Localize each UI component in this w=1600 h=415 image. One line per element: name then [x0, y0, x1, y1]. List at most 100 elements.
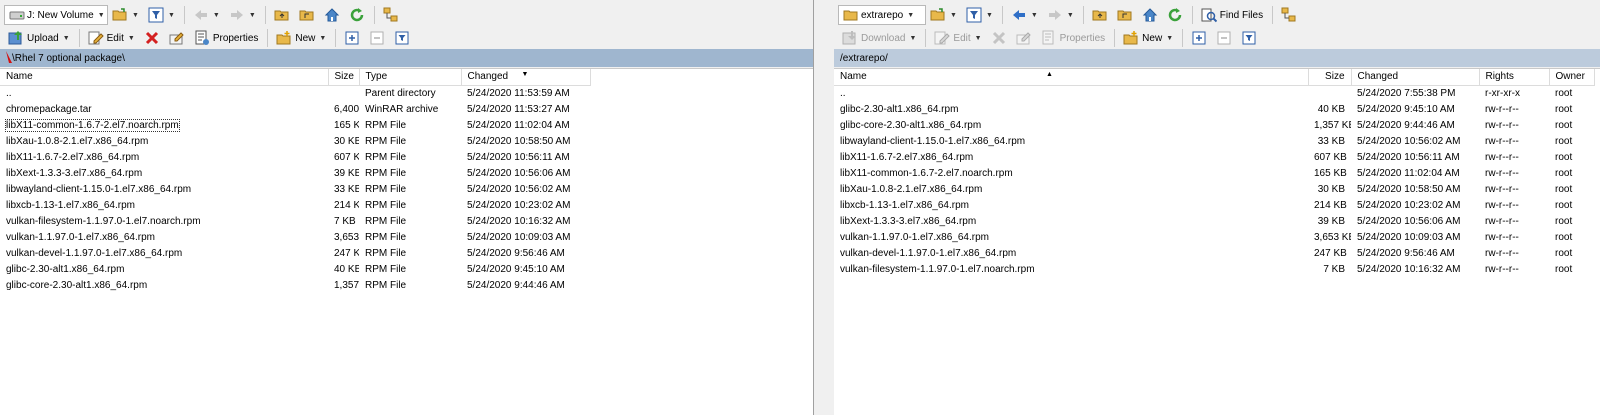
- local-file-list[interactable]: Name Size Type Changed ▼ .. Parent directo…: [0, 68, 813, 415]
- file-owner: root: [1555, 151, 1573, 163]
- filter-button[interactable]: ▼: [144, 5, 179, 25]
- file-size: 6,400 KB: [334, 103, 359, 115]
- local-file-row[interactable]: libX11-1.6.7-2.el7.x86_64.rpm 607 KB RPM F…: [0, 149, 590, 165]
- local-file-row[interactable]: libXext-1.3.3-3.el7.x86_64.rpm 39 KB RPM F…: [0, 165, 590, 181]
- column-header-size[interactable]: Size: [1308, 69, 1352, 86]
- file-rights: r-xr-xr-x: [1485, 87, 1520, 99]
- local-file-row[interactable]: libXau-1.0.8-2.1.el7.x86_64.rpm 30 KB RPM …: [0, 133, 590, 149]
- root-directory-button[interactable]: [295, 5, 319, 25]
- forward-button[interactable]: ▼: [1043, 5, 1078, 25]
- unselect-button[interactable]: [1212, 28, 1236, 48]
- file-size: 40 KB: [1317, 103, 1345, 115]
- local-file-row[interactable]: chromepackage.tar 6,400 KB WinRAR archive 5…: [0, 101, 590, 117]
- edit-button[interactable]: Edit ▼: [930, 28, 985, 48]
- refresh-button[interactable]: [345, 5, 369, 25]
- pane-splitter[interactable]: [814, 0, 834, 415]
- local-drive-select[interactable]: J: New Volume ▼: [4, 5, 108, 25]
- remote-file-row[interactable]: libX11-common-1.6.7-2.el7.noarch.rpm 165 …: [834, 165, 1594, 181]
- file-mask-button[interactable]: [390, 28, 414, 48]
- download-button[interactable]: Download ▼: [838, 28, 920, 48]
- remote-file-row[interactable]: libxcb-1.13-1.el7.x86_64.rpm 214 KB 5/24/2…: [834, 197, 1594, 213]
- file-size: 40 KB: [334, 263, 359, 275]
- remote-file-row[interactable]: vulkan-devel-1.1.97.0-1.el7.x86_64.rpm 24…: [834, 245, 1594, 261]
- local-file-row[interactable]: libwayland-client-1.15.0-1.el7.x86_64.rp…: [0, 181, 590, 197]
- file-rights: rw-r--r--: [1485, 199, 1519, 211]
- remote-file-row[interactable]: glibc-2.30-alt1.x86_64.rpm 40 KB 5/24/2020…: [834, 101, 1594, 117]
- remote-file-row[interactable]: libwayland-client-1.15.0-1.el7.x86_64.rp…: [834, 133, 1594, 149]
- local-file-row[interactable]: glibc-core-2.30-alt1.x86_64.rpm 1,357 KB R…: [0, 277, 590, 293]
- remote-path-bar[interactable]: /extrarepo/: [834, 49, 1600, 67]
- file-size: 30 KB: [1317, 183, 1345, 195]
- back-button[interactable]: ▼: [189, 5, 224, 25]
- back-button[interactable]: ▼: [1007, 5, 1042, 25]
- column-header-type[interactable]: Type: [359, 69, 462, 86]
- delete-button[interactable]: [140, 28, 164, 48]
- file-name-cell: glibc-2.30-alt1.x86_64.rpm: [834, 101, 1308, 117]
- remote-file-row[interactable]: glibc-core-2.30-alt1.x86_64.rpm 1,357 KB 5…: [834, 117, 1594, 133]
- parent-directory-button[interactable]: [1088, 5, 1112, 25]
- forward-button[interactable]: ▼: [225, 5, 260, 25]
- column-header-size[interactable]: Size: [328, 69, 360, 86]
- open-folder-button[interactable]: ▼: [926, 5, 961, 25]
- local-file-row[interactable]: glibc-2.30-alt1.x86_64.rpm 40 KB RPM File 5…: [0, 261, 590, 277]
- upload-button[interactable]: Upload ▼: [4, 28, 74, 48]
- column-header-name[interactable]: Name ▲: [834, 69, 1309, 86]
- remote-file-row[interactable]: libXext-1.3.3-3.el7.x86_64.rpm 39 KB 5/24/…: [834, 213, 1594, 229]
- refresh-button[interactable]: [1163, 5, 1187, 25]
- file-name-wrap: libwayland-client-1.15.0-1.el7.x86_64.rp…: [840, 136, 1302, 147]
- open-folder-button[interactable]: ▼: [108, 5, 143, 25]
- select-all-button[interactable]: [340, 28, 364, 48]
- remote-file-row[interactable]: libX11-1.6.7-2.el7.x86_64.rpm 607 KB 5/24/…: [834, 149, 1594, 165]
- remote-directory-select[interactable]: extrarepo ▼: [838, 5, 926, 25]
- remote-file-list[interactable]: Name ▲ Size Changed Rights Owner .. 5/24/2…: [834, 68, 1600, 415]
- local-file-row[interactable]: .. Parent directory 5/24/2020 11:53:59 AM: [0, 85, 590, 101]
- select-all-button[interactable]: [1187, 28, 1211, 48]
- column-header-changed[interactable]: Changed: [1351, 69, 1480, 86]
- file-name: libXext-1.3.3-3.el7.x86_64.rpm: [840, 215, 977, 227]
- file-mask-button[interactable]: [1237, 28, 1261, 48]
- local-file-row[interactable]: libxcb-1.13-1.el7.x86_64.rpm 214 KB RPM Fi…: [0, 197, 590, 213]
- local-file-row[interactable]: libX11-common-1.6.7-2.el7.noarch.rpm 165 …: [0, 117, 590, 133]
- tree-view-button[interactable]: [1277, 5, 1301, 25]
- file-owner: root: [1555, 247, 1573, 259]
- rename-button[interactable]: [165, 28, 189, 48]
- local-file-table: Name Size Type Changed ▼ .. Parent directo…: [0, 69, 591, 293]
- file-owner: root: [1555, 199, 1573, 211]
- properties-button[interactable]: Properties: [1037, 28, 1110, 48]
- local-file-row[interactable]: vulkan-devel-1.1.97.0-1.el7.x86_64.rpm 24…: [0, 245, 590, 261]
- file-name-cell: libxcb-1.13-1.el7.x86_64.rpm: [834, 197, 1308, 213]
- file-name-cell: glibc-core-2.30-alt1.x86_64.rpm: [834, 117, 1308, 133]
- properties-button[interactable]: Properties: [190, 28, 263, 48]
- root-directory-button[interactable]: [1113, 5, 1137, 25]
- column-header-owner[interactable]: Owner: [1549, 69, 1595, 86]
- file-size: 165 KB: [334, 119, 359, 131]
- filter-button[interactable]: ▼: [962, 5, 997, 25]
- delete-button[interactable]: [987, 28, 1011, 48]
- column-header-rights[interactable]: Rights: [1479, 69, 1550, 86]
- file-changed: 5/24/2020 10:58:50 AM: [467, 135, 571, 147]
- tree-view-button[interactable]: [379, 5, 403, 25]
- edit-button[interactable]: Edit ▼: [84, 28, 139, 48]
- home-icon: [324, 7, 340, 23]
- file-rights: rw-r--r--: [1485, 247, 1519, 259]
- unselect-button[interactable]: [365, 28, 389, 48]
- find-files-button[interactable]: Find Files: [1197, 5, 1267, 25]
- remote-file-row[interactable]: .. 5/24/2020 7:55:38 PM r-xr-xr-x root: [834, 85, 1594, 101]
- file-type: RPM File: [365, 167, 407, 179]
- home-directory-button[interactable]: [1138, 5, 1162, 25]
- local-file-row[interactable]: vulkan-1.1.97.0-1.el7.x86_64.rpm 3,653 KB…: [0, 229, 590, 245]
- column-header-name[interactable]: Name: [0, 69, 329, 86]
- new-button[interactable]: New ▼: [1119, 28, 1177, 48]
- root-folder-icon: [299, 7, 315, 23]
- rename-button[interactable]: [1012, 28, 1036, 48]
- remote-file-row[interactable]: libXau-1.0.8-2.1.el7.x86_64.rpm 30 KB 5/24…: [834, 181, 1594, 197]
- parent-directory-button[interactable]: [270, 5, 294, 25]
- new-button[interactable]: New ▼: [272, 28, 330, 48]
- file-name-cell: libwayland-client-1.15.0-1.el7.x86_64.rp…: [834, 133, 1308, 149]
- home-directory-button[interactable]: [320, 5, 344, 25]
- remote-file-row[interactable]: vulkan-1.1.97.0-1.el7.x86_64.rpm 3,653 KB…: [834, 229, 1594, 245]
- remote-file-row[interactable]: vulkan-filesystem-1.1.97.0-1.el7.noarch.…: [834, 261, 1594, 277]
- column-header-changed[interactable]: Changed ▼: [461, 69, 591, 86]
- local-path-bar[interactable]: \Rhel 7 optional package\: [0, 49, 813, 67]
- local-file-row[interactable]: vulkan-filesystem-1.1.97.0-1.el7.noarch.…: [0, 213, 590, 229]
